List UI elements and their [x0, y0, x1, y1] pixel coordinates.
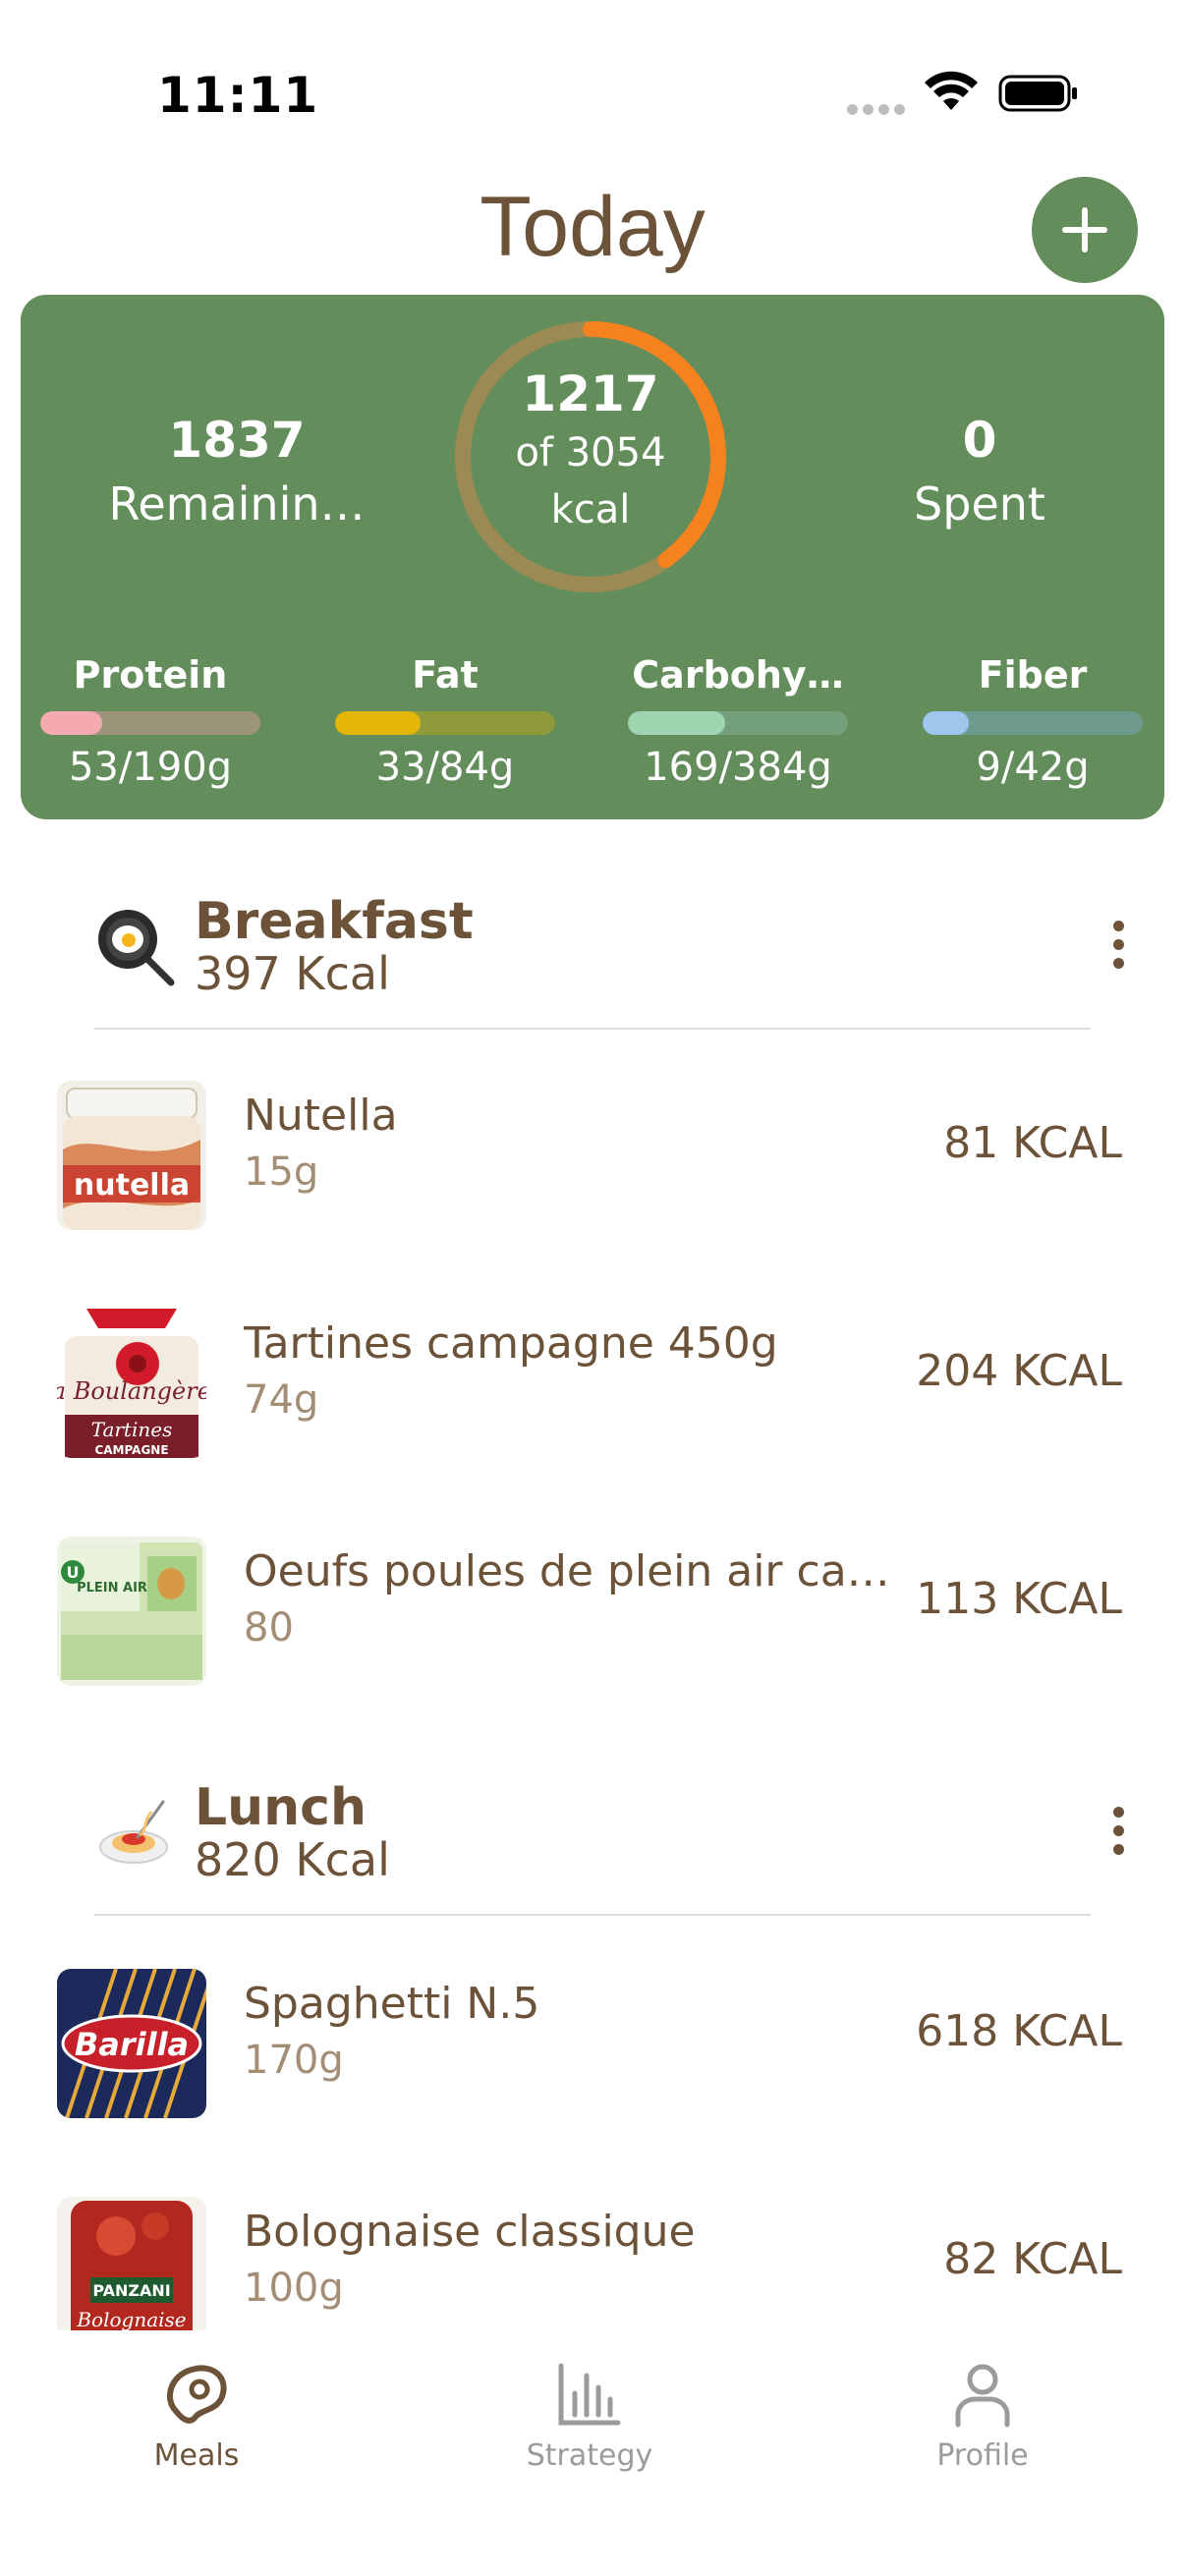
page-title: Today	[480, 180, 705, 274]
tab-strategy[interactable]: Strategy	[472, 2360, 707, 2473]
person-icon	[955, 2364, 1010, 2428]
battery-icon	[998, 75, 1077, 112]
macro-value: 9/42g	[976, 745, 1090, 790]
consumed-kcal-value: 1217	[522, 365, 659, 422]
food-item-row[interactable]: U PLEIN AIR Oeufs poules de plein air ca…	[0, 1529, 1185, 1686]
meal-kcal: 820 Kcal	[195, 1833, 390, 1886]
plus-icon	[1062, 207, 1107, 252]
food-name: Nutella	[244, 1091, 398, 1141]
svg-text:U: U	[67, 1563, 80, 1582]
meal-kcal: 397 Kcal	[195, 947, 390, 1000]
tartines-product-text: Tartines	[91, 1418, 173, 1441]
daily-summary-card: 1837 Remainin… 1217 of 3054 kcal 0 Spent…	[21, 295, 1164, 819]
meal-name: Lunch	[195, 1778, 367, 1837]
food-item-row[interactable]: Barilla Spaghetti N.5 170g 618 KCAL	[0, 1961, 1185, 2118]
macro-progress-bar	[628, 711, 848, 735]
macro-progress-bar	[40, 711, 260, 735]
food-kcal: 618 KCAL	[916, 2006, 1122, 2056]
food-name: Oeufs poules de plein air cal…	[244, 1546, 892, 1596]
add-food-button[interactable]	[1032, 177, 1138, 283]
tartines-brand-text: la Boulangère	[57, 1377, 206, 1405]
food-item-row[interactable]: la Boulangère Tartines CAMPAGNE Tartines…	[0, 1301, 1185, 1458]
food-name: Spaghetti N.5	[244, 1979, 540, 2029]
tartines-package-thumbnail: la Boulangère Tartines CAMPAGNE	[57, 1309, 206, 1458]
food-quantity: 74g	[244, 1377, 319, 1423]
tab-label: Profile	[936, 2438, 1029, 2473]
food-quantity: 170g	[244, 2038, 344, 2083]
remaining-stat: 1837 Remainin…	[80, 411, 394, 538]
tab-meals[interactable]: Meals	[79, 2360, 314, 2473]
bottom-tab-bar: Meals Strategy Profile	[0, 2330, 1185, 2576]
macro-name: Fat	[412, 653, 479, 697]
macro-progress-fill	[923, 711, 970, 735]
food-quantity: 15g	[244, 1149, 319, 1195]
macro-protein: Protein 53/190g	[40, 650, 260, 800]
barilla-box-thumbnail: Barilla	[57, 1969, 206, 2118]
macro-value: 53/190g	[68, 745, 233, 790]
macro-progress-fill	[40, 711, 102, 735]
spent-value: 0	[962, 412, 997, 469]
macro-fiber: Fiber 9/42g	[923, 650, 1143, 800]
macro-progress-fill	[335, 711, 422, 735]
eggs-carton-thumbnail: U PLEIN AIR	[57, 1537, 206, 1686]
status-bar: 11:11	[0, 0, 1185, 147]
tab-label: Strategy	[526, 2438, 653, 2473]
tartines-variant-text: CAMPAGNE	[94, 1443, 168, 1457]
remaining-label: Remainin…	[108, 477, 366, 531]
spent-stat: 0 Spent	[822, 411, 1137, 538]
nutella-logo-text: nutella	[74, 1168, 190, 1203]
food-item-row[interactable]: nutella Nutella 15g 81 KCAL	[0, 1073, 1185, 1230]
cellular-signal-icon	[847, 100, 910, 115]
macro-progress-bar	[923, 711, 1143, 735]
remaining-value: 1837	[168, 412, 306, 469]
food-item-row[interactable]: PANZANI Bolognaise Bolognaise classique …	[0, 2189, 1185, 2346]
spaghetti-plate-icon	[99, 1800, 168, 1864]
kcal-unit: kcal	[550, 487, 631, 532]
barilla-logo-text: Barilla	[75, 2026, 189, 2063]
macro-progress-fill	[628, 711, 725, 735]
meal-more-options-button[interactable]	[1100, 914, 1136, 982]
food-kcal: 204 KCAL	[916, 1346, 1122, 1396]
bar-chart-icon	[558, 2363, 621, 2426]
meal-header-breakfast[interactable]: Breakfast 397 Kcal	[0, 884, 1185, 1032]
wifi-icon	[925, 71, 978, 110]
food-name: Bolognaise classique	[244, 2207, 696, 2257]
macro-value: 33/84g	[375, 745, 515, 790]
frying-pan-egg-icon	[98, 910, 175, 986]
macro-name: Carbohy…	[632, 653, 844, 697]
macro-name: Fiber	[978, 653, 1088, 697]
meal-more-options-button[interactable]	[1100, 1800, 1136, 1869]
status-time: 11:11	[157, 67, 319, 124]
panzani-logo-text: PANZANI	[92, 2281, 170, 2300]
macro-carbohydrates: Carbohy… 169/384g	[628, 650, 848, 800]
macro-fat: Fat 33/84g	[335, 650, 555, 800]
meal-header-lunch[interactable]: Lunch 820 Kcal	[0, 1770, 1185, 1918]
tab-label: Meals	[153, 2438, 240, 2473]
macro-name: Protein	[73, 653, 228, 697]
macro-progress-bar	[335, 711, 555, 735]
tab-profile[interactable]: Profile	[865, 2360, 1100, 2473]
eggs-label-text: PLEIN AIR	[77, 1581, 147, 1596]
food-kcal: 81 KCAL	[943, 1118, 1122, 1168]
divider	[94, 1028, 1091, 1030]
macro-value: 169/384g	[644, 745, 832, 790]
food-quantity: 80	[244, 1605, 294, 1651]
food-quantity: 100g	[244, 2266, 344, 2311]
steak-icon	[166, 2365, 227, 2424]
bolognaise-label-text: Bolognaise	[76, 2308, 186, 2331]
divider	[94, 1914, 1091, 1916]
nutella-jar-thumbnail: nutella	[57, 1081, 206, 1230]
food-kcal: 113 KCAL	[916, 1574, 1122, 1624]
food-name: Tartines campagne 450g	[244, 1318, 778, 1369]
goal-kcal-text: of 3054	[515, 430, 666, 476]
spent-label: Spent	[914, 477, 1045, 531]
calorie-ring-label: 1217 of 3054 kcal	[448, 314, 733, 599]
bolognaise-jar-thumbnail: PANZANI Bolognaise	[57, 2197, 206, 2346]
meal-name: Breakfast	[195, 892, 474, 951]
food-kcal: 82 KCAL	[943, 2234, 1122, 2284]
